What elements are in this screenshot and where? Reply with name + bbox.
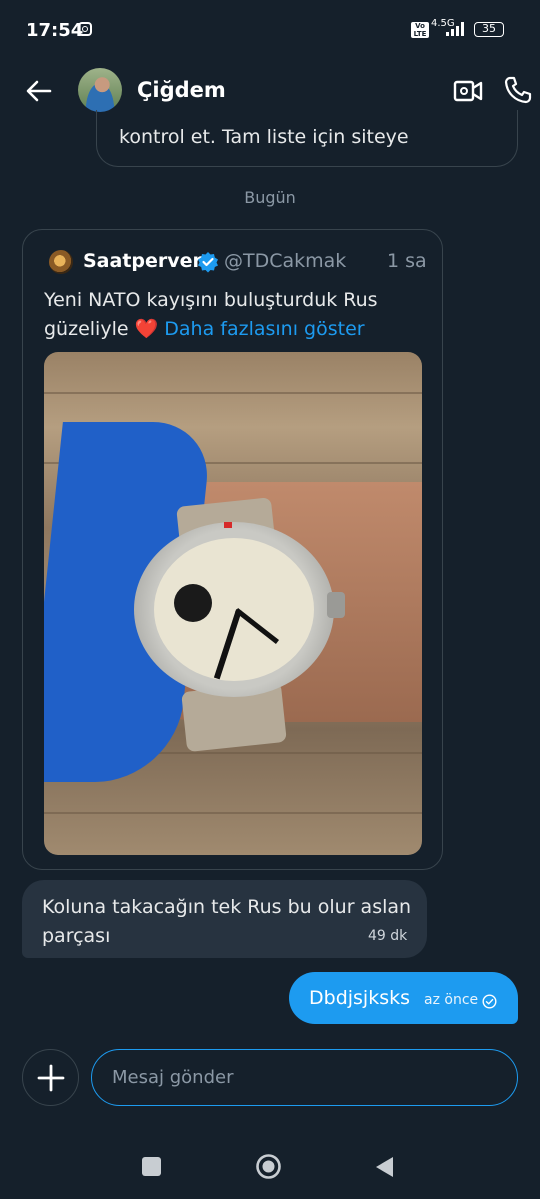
incoming-message-text: Koluna takacağın tek Rus bu olur aslan p… — [42, 896, 412, 947]
tweet-photo[interactable] — [44, 352, 422, 855]
video-camera-icon[interactable] — [453, 78, 483, 104]
contact-name[interactable]: Çiğdem — [137, 78, 226, 102]
phone-icon[interactable] — [503, 75, 533, 105]
plus-icon[interactable] — [37, 1064, 65, 1092]
contact-avatar[interactable] — [78, 68, 122, 112]
volte-icon: Vo LTE — [411, 22, 429, 38]
message-input[interactable] — [91, 1049, 518, 1106]
previous-message-text: kontrol et. Tam liste için siteye — [119, 126, 409, 148]
outgoing-message-time: az önce — [424, 992, 479, 1008]
sent-check-icon — [482, 994, 497, 1009]
tweet-author-handle: @TDCakmak — [224, 250, 347, 272]
outgoing-message-text: Dbdjsjksks — [309, 987, 411, 1009]
recent-apps-button[interactable] — [142, 1157, 161, 1176]
verified-badge-icon — [198, 252, 218, 273]
incoming-message-time: 49 dk — [368, 928, 408, 944]
day-separator: Bugün — [244, 188, 296, 207]
instagram-notification-icon — [78, 22, 92, 36]
wood-grain — [44, 812, 422, 814]
tweet-text: Yeni NATO kayışını buluşturduk Rus güzel… — [44, 286, 424, 344]
watch-subdial — [174, 584, 212, 622]
battery-icon: 35 — [474, 22, 504, 37]
watch-crown — [327, 592, 345, 618]
back-triangle-icon[interactable] — [373, 1155, 395, 1179]
wood-grain — [44, 392, 422, 394]
arrow-left-icon[interactable] — [24, 76, 54, 106]
status-time: 17:54 — [26, 20, 84, 41]
show-more-link[interactable]: Daha fazlasını göster — [164, 318, 364, 340]
tweet-author-name[interactable]: Saatperver — [83, 250, 202, 272]
tweet-author-avatar[interactable] — [49, 250, 73, 274]
signal-icon — [446, 22, 464, 36]
bezel-marker — [224, 522, 232, 528]
tweet-timestamp: 1 sa — [387, 250, 427, 272]
home-button[interactable] — [255, 1153, 282, 1180]
status-bar: 17:54 Vo LTE 4.5G 35 — [0, 0, 540, 60]
